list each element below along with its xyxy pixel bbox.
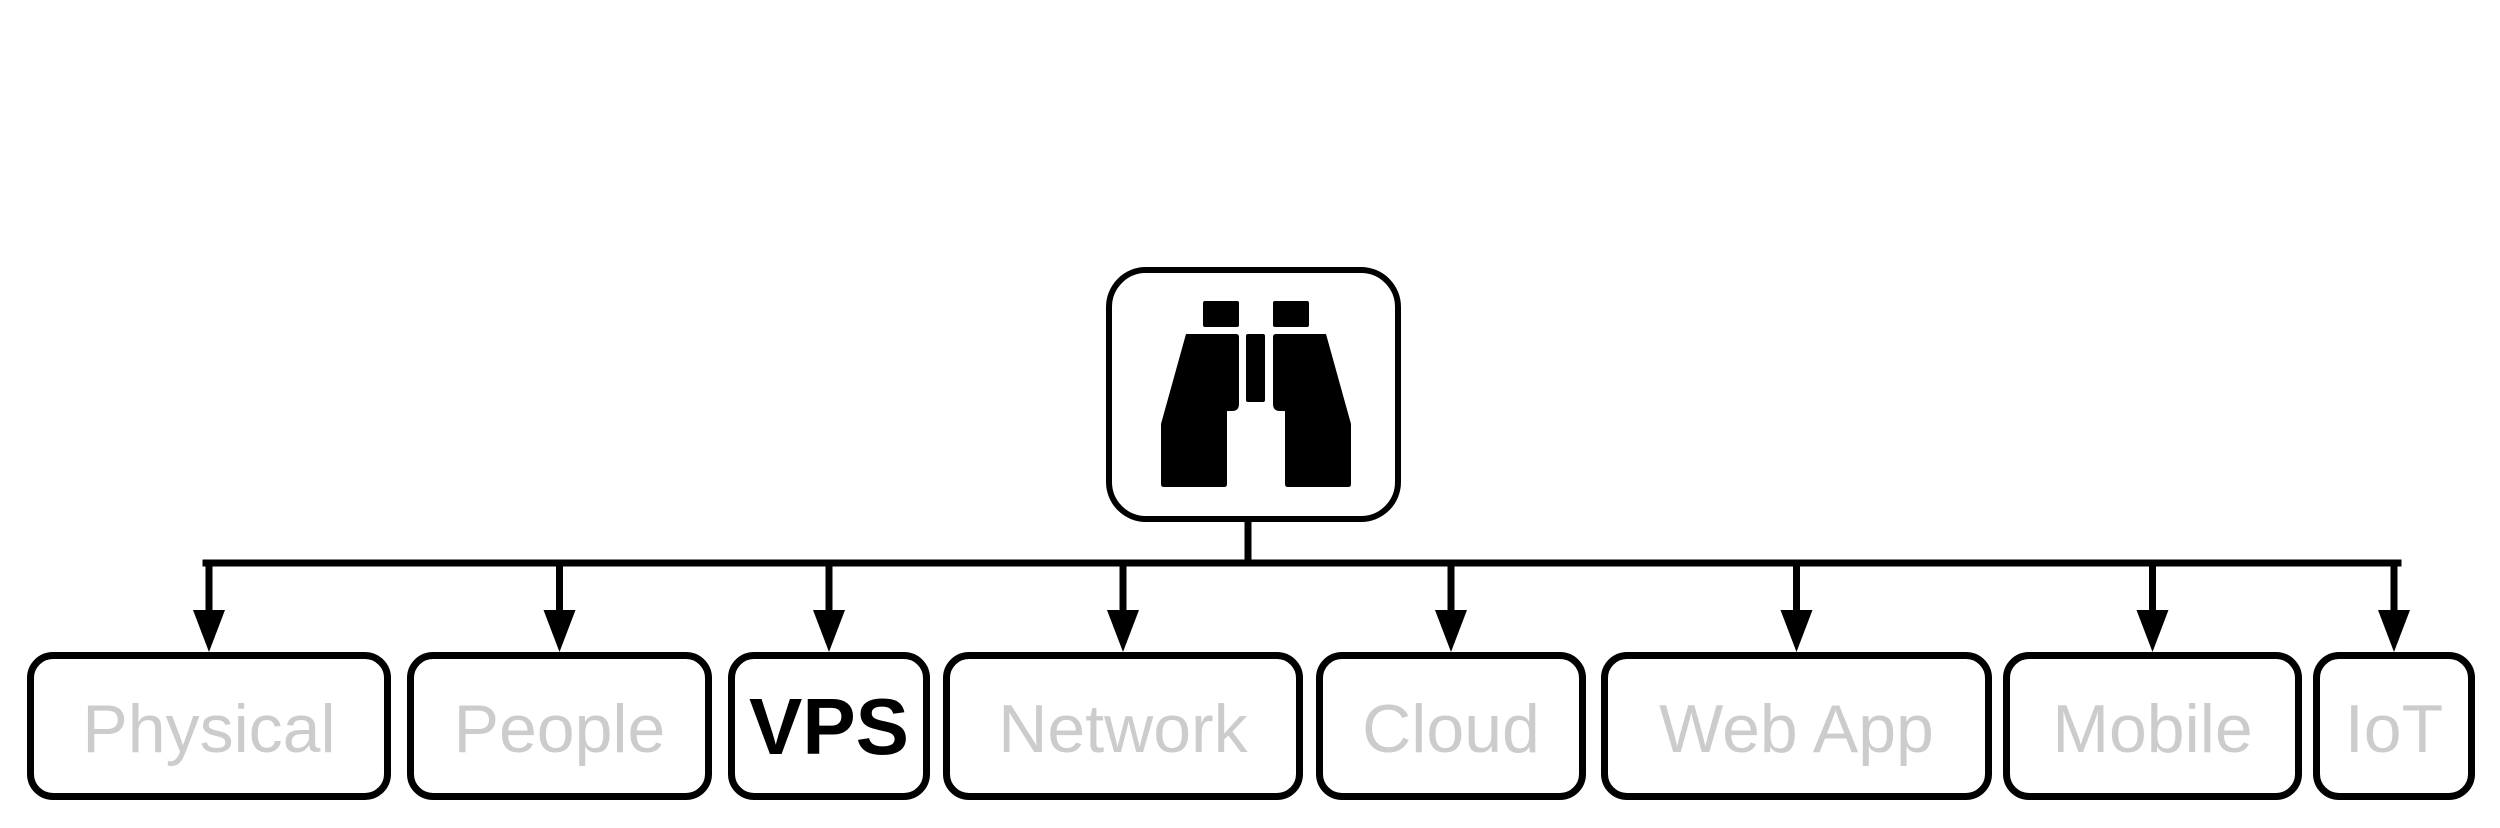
category-label: People (453, 691, 666, 767)
category-label: Web App (1659, 691, 1934, 767)
category-label: VPS (748, 682, 910, 771)
arrow-group (193, 563, 2410, 652)
category-people[interactable]: People (407, 652, 712, 800)
category-physical[interactable]: Physical (27, 652, 391, 800)
arrow-head (193, 610, 225, 652)
category-label: Network (998, 691, 1248, 767)
binoculars-bridge (1246, 334, 1265, 402)
category-web-app[interactable]: Web App (1601, 652, 1992, 800)
category-network[interactable]: Network (943, 652, 1303, 800)
arrow-head (813, 610, 845, 652)
category-iot[interactable]: IoT (2313, 652, 2475, 800)
binoculars-left-barrel (1161, 334, 1239, 487)
arrow-head (1435, 610, 1467, 652)
arrow-head (543, 610, 576, 652)
arrow-head (1780, 610, 1813, 652)
arrow-head (2136, 610, 2169, 652)
category-label: Physical (82, 691, 336, 767)
binoculars-right-barrel (1273, 334, 1351, 487)
root-node-reconnaissance[interactable] (1106, 267, 1401, 522)
category-cloud[interactable]: Cloud (1316, 652, 1586, 800)
category-label: Mobile (2052, 691, 2253, 767)
category-label: Cloud (1362, 691, 1540, 767)
category-vps[interactable]: VPS (728, 652, 930, 800)
category-label: IoT (2344, 691, 2444, 767)
arrow-head (1107, 610, 1139, 652)
binoculars-left-eyecup (1203, 301, 1239, 327)
binoculars-icon (1161, 301, 1351, 487)
category-mobile[interactable]: Mobile (2003, 652, 2302, 800)
arrow-head (2378, 610, 2410, 652)
binoculars-right-eyecup (1273, 301, 1309, 327)
